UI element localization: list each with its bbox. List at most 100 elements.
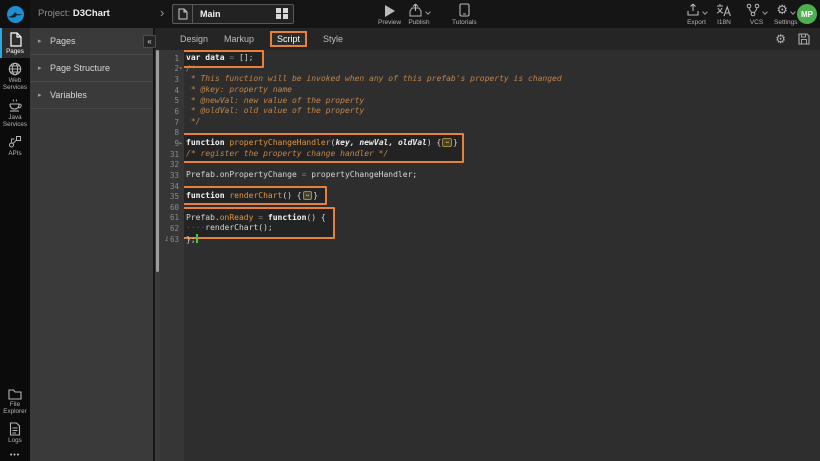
editor-tabbar: Design Markup Script Style ⚙ — [155, 28, 820, 50]
vcs-label: VCS — [750, 19, 763, 26]
code-lines[interactable]: var data = [];/* * This function will be… — [184, 50, 820, 461]
code-line[interactable]: * This function will be invoked when any… — [186, 74, 820, 85]
code-token: }; — [186, 235, 196, 244]
wavemaker-logo[interactable] — [0, 0, 30, 28]
code-token: /* register the property change handler … — [186, 149, 388, 158]
code-token: key, newVal, oldVal — [335, 138, 427, 147]
code-token: * @key: property name — [186, 85, 292, 94]
tab-style[interactable]: Style — [323, 34, 343, 44]
code-line[interactable] — [186, 127, 820, 138]
code-token: onReady — [220, 213, 259, 222]
code-line[interactable]: ····renderChart(); — [186, 223, 820, 234]
code-token: renderChart — [229, 191, 282, 200]
save-icon[interactable] — [798, 33, 810, 45]
chevron-down-icon — [702, 9, 708, 15]
code-token: Prefab. — [186, 213, 220, 222]
accordion-pages[interactable]: ▸ Pages « — [30, 28, 153, 55]
code-line[interactable] — [186, 181, 820, 192]
code-line[interactable]: * @oldVal: old value of the property — [186, 106, 820, 117]
code-line[interactable]: /* — [186, 64, 820, 75]
gear-icon[interactable]: ⚙ — [775, 33, 786, 46]
accordion-label: Variables — [50, 90, 87, 100]
gutter-line: 9▸ — [160, 138, 184, 149]
code-editor[interactable]: 12▾3456789▸3132333435606162i63 var data … — [155, 50, 820, 461]
export-button[interactable]: Export — [686, 3, 707, 26]
more-options-button[interactable]: ••• — [0, 452, 30, 459]
code-token: []; — [234, 53, 253, 62]
gutter-line: 33 — [160, 170, 184, 181]
i18n-button[interactable]: I18N — [716, 3, 732, 26]
settings-button[interactable]: ⚙ Settings — [774, 3, 798, 26]
scrollbar-thumb[interactable] — [156, 50, 159, 272]
accordion-variables[interactable]: ▸ Variables — [30, 82, 153, 109]
publish-upload-icon — [408, 3, 423, 17]
code-line[interactable]: }; — [186, 234, 820, 245]
rail-bottom-group: File Explorer Logs — [0, 384, 30, 447]
accordion-page-structure[interactable]: ▸ Page Structure — [30, 55, 153, 82]
settings-label: Settings — [774, 19, 798, 26]
accordion-label: Page Structure — [50, 63, 110, 73]
gutter-line: 62 — [160, 223, 184, 234]
text-cursor — [196, 234, 198, 243]
document-icon — [9, 422, 21, 436]
code-token: ···· — [186, 223, 205, 232]
code-line[interactable]: function renderChart() {↔} — [186, 191, 820, 202]
gutter-line: 6 — [160, 106, 184, 117]
chevron-down-icon — [425, 9, 431, 15]
user-avatar[interactable]: MP — [797, 4, 817, 24]
code-token: Prefab.onPropertyChange — [186, 170, 302, 179]
code-token: propertyChangeHandler; — [306, 170, 417, 179]
grid-icon[interactable] — [276, 8, 289, 21]
tab-design[interactable]: Design — [180, 34, 208, 44]
code-line[interactable]: function propertyChangeHandler(key, newV… — [186, 138, 820, 149]
page-selector[interactable]: Main — [172, 4, 294, 24]
rail-item-web-services[interactable]: Web Services — [0, 58, 30, 94]
app-window: Project: D3Chart › Main Preview Publish — [0, 0, 820, 461]
gutter-line: 5 — [160, 96, 184, 107]
preview-button[interactable]: Preview — [378, 3, 401, 26]
pages-panel: ▸ Pages « ▸ Page Structure ▸ Variables — [30, 28, 155, 461]
gutter-line: 32 — [160, 159, 184, 170]
coffee-icon — [8, 98, 23, 113]
rail-item-java-services[interactable]: Java Services — [0, 94, 30, 131]
page-icon — [173, 5, 193, 23]
code-line[interactable]: * @key: property name — [186, 85, 820, 96]
tutorials-device-icon — [459, 3, 470, 17]
code-token: } — [453, 138, 458, 147]
code-token: /* — [186, 64, 196, 73]
gutter-line: 61 — [160, 213, 184, 224]
rail-item-logs[interactable]: Logs — [0, 418, 30, 447]
rail-label: Pages — [6, 48, 24, 55]
i18n-label: I18N — [717, 19, 731, 26]
project-title: Project: D3Chart — [38, 8, 110, 19]
code-fold-widget[interactable]: ↔ — [442, 138, 452, 147]
code-fold-widget[interactable]: ↔ — [303, 191, 313, 200]
code-token: ) { — [427, 138, 441, 147]
rail-item-pages[interactable]: Pages — [0, 28, 30, 58]
code-line[interactable]: Prefab.onReady = function() { — [186, 213, 820, 224]
code-line[interactable]: /* register the property change handler … — [186, 149, 820, 160]
i18n-translate-icon — [716, 3, 732, 17]
code-line[interactable] — [186, 202, 820, 213]
code-line[interactable]: Prefab.onPropertyChange = propertyChange… — [186, 170, 820, 181]
code-line[interactable]: */ — [186, 117, 820, 128]
rail-item-file-explorer[interactable]: File Explorer — [0, 384, 30, 418]
publish-button[interactable]: Publish — [408, 3, 430, 26]
code-line[interactable]: var data = []; — [186, 53, 820, 64]
collapse-panel-button[interactable]: « — [143, 35, 156, 48]
tab-script[interactable]: Script — [270, 31, 307, 47]
code-token: * @oldVal: old value of the property — [186, 106, 364, 115]
nodes-icon — [8, 135, 22, 149]
vcs-button[interactable]: VCS — [746, 3, 767, 26]
tab-markup[interactable]: Markup — [224, 34, 254, 44]
page-icon — [9, 32, 22, 47]
gutter-line: 7 — [160, 117, 184, 128]
expand-arrow-icon: ▸ — [38, 28, 42, 55]
code-line[interactable] — [186, 159, 820, 170]
code-token: * @newVal: new value of the property — [186, 96, 364, 105]
code-line[interactable]: * @newVal: new value of the property — [186, 96, 820, 107]
rail-item-apis[interactable]: APIs — [0, 131, 30, 160]
tutorials-label: Tutorials — [452, 19, 477, 26]
tutorials-button[interactable]: Tutorials — [452, 3, 477, 26]
code-token: renderChart(); — [205, 223, 272, 232]
